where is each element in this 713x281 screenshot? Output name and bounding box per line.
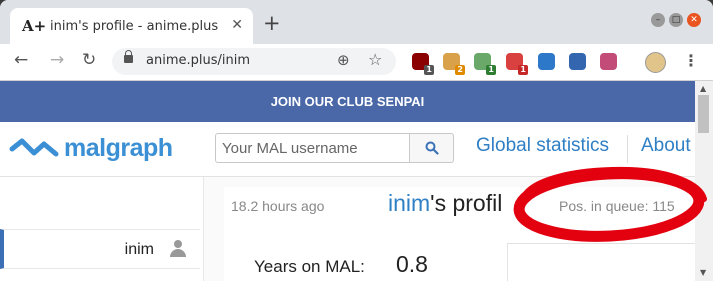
years-on-mal-label: Years on MAL: xyxy=(254,257,365,276)
minimize-button[interactable]: – xyxy=(651,13,665,27)
page-scrollbar[interactable]: ▲ ▼ xyxy=(695,81,713,281)
extension-badge: 1 xyxy=(424,65,434,75)
web-page: JOIN OUR CLUB SENPAI malgraph Global sta… xyxy=(0,81,695,281)
ext-5-extension-icon[interactable] xyxy=(538,53,555,70)
stats-box xyxy=(507,243,695,281)
browser-toolbar: ← → ↻ anime.plus/inim ⊕ ☆ 1 2 1 1 ⋮ xyxy=(0,44,713,81)
forward-arrow-icon[interactable]: → xyxy=(50,50,64,70)
profile-sidebar: inim xyxy=(0,177,204,281)
queue-position: Pos. in queue: 115 xyxy=(559,198,675,214)
new-tab-button[interactable]: + xyxy=(263,13,281,34)
ext-2-extension-icon[interactable]: 2 xyxy=(443,53,465,75)
scroll-down-arrow-icon[interactable]: ▼ xyxy=(700,268,706,277)
nav-global-statistics[interactable]: Global statistics xyxy=(476,135,609,157)
zoom-icon[interactable]: ⊕ xyxy=(337,51,350,69)
window-controls: – □ ✕ xyxy=(651,13,701,27)
tab-title: inim's profile - anime.plus xyxy=(50,18,219,34)
search-icon xyxy=(425,141,439,155)
club-banner[interactable]: JOIN OUR CLUB SENPAI xyxy=(0,81,695,122)
site-navbar: malgraph Global statistics About xyxy=(0,122,695,177)
profile-name-link[interactable]: inim xyxy=(388,190,430,216)
user-icon xyxy=(170,240,186,258)
last-updated: 18.2 hours ago xyxy=(231,198,325,214)
nav-divider xyxy=(627,135,628,163)
maximize-button[interactable]: □ xyxy=(669,13,683,27)
extension-badge: 2 xyxy=(455,65,465,75)
address-bar[interactable]: anime.plus/inim ⊕ ☆ xyxy=(112,48,396,75)
bookmark-star-icon[interactable]: ☆ xyxy=(368,50,382,69)
extension-badge: 1 xyxy=(518,65,528,75)
close-window-button[interactable]: ✕ xyxy=(687,13,701,27)
years-on-mal-value: 0.8 xyxy=(396,251,428,277)
sidebar-item-user[interactable]: inim xyxy=(0,229,200,269)
tab-strip: A+ inim's profile - anime.plus ✕ + – □ ✕ xyxy=(0,0,713,44)
scroll-up-arrow-icon[interactable]: ▲ xyxy=(700,84,706,93)
sidebar-username: inim xyxy=(124,241,154,258)
ublock-extension-icon[interactable]: 1 xyxy=(412,53,434,75)
username-search-input[interactable] xyxy=(215,133,409,163)
lock-icon xyxy=(124,50,133,63)
kebab-menu-icon[interactable]: ⋮ xyxy=(683,51,699,70)
profile-avatar[interactable] xyxy=(645,52,666,73)
browser-window: A+ inim's profile - anime.plus ✕ + – □ ✕… xyxy=(0,0,713,281)
search-button[interactable] xyxy=(409,133,454,163)
url-text[interactable]: anime.plus/inim xyxy=(146,53,250,68)
ext-4-extension-icon[interactable]: 1 xyxy=(506,53,528,75)
close-tab-icon[interactable]: ✕ xyxy=(231,17,243,33)
ext-6-extension-icon[interactable] xyxy=(569,53,586,70)
logo-graph-icon xyxy=(9,138,59,156)
extension-badge: 1 xyxy=(486,65,496,75)
browser-tab[interactable]: A+ inim's profile - anime.plus ✕ xyxy=(10,8,253,44)
profile-title: inim's profil xyxy=(388,190,502,217)
scroll-thumb[interactable] xyxy=(698,95,709,133)
back-arrow-icon[interactable]: ← xyxy=(14,50,28,70)
profile-title-suffix: 's profil xyxy=(430,190,503,216)
malgraph-logo[interactable]: malgraph xyxy=(8,134,173,163)
ext-7-extension-icon[interactable] xyxy=(600,53,617,70)
profile-card: 18.2 hours ago inim's profil Pos. in que… xyxy=(224,187,695,281)
profile-content: inim 18.2 hours ago inim's profil Pos. i… xyxy=(0,177,695,281)
reload-icon[interactable]: ↻ xyxy=(82,50,96,70)
ext-3-extension-icon[interactable]: 1 xyxy=(474,53,496,75)
nav-about[interactable]: About xyxy=(641,135,691,157)
logo-text: malgraph xyxy=(64,134,173,162)
site-favicon-icon: A+ xyxy=(22,17,47,35)
